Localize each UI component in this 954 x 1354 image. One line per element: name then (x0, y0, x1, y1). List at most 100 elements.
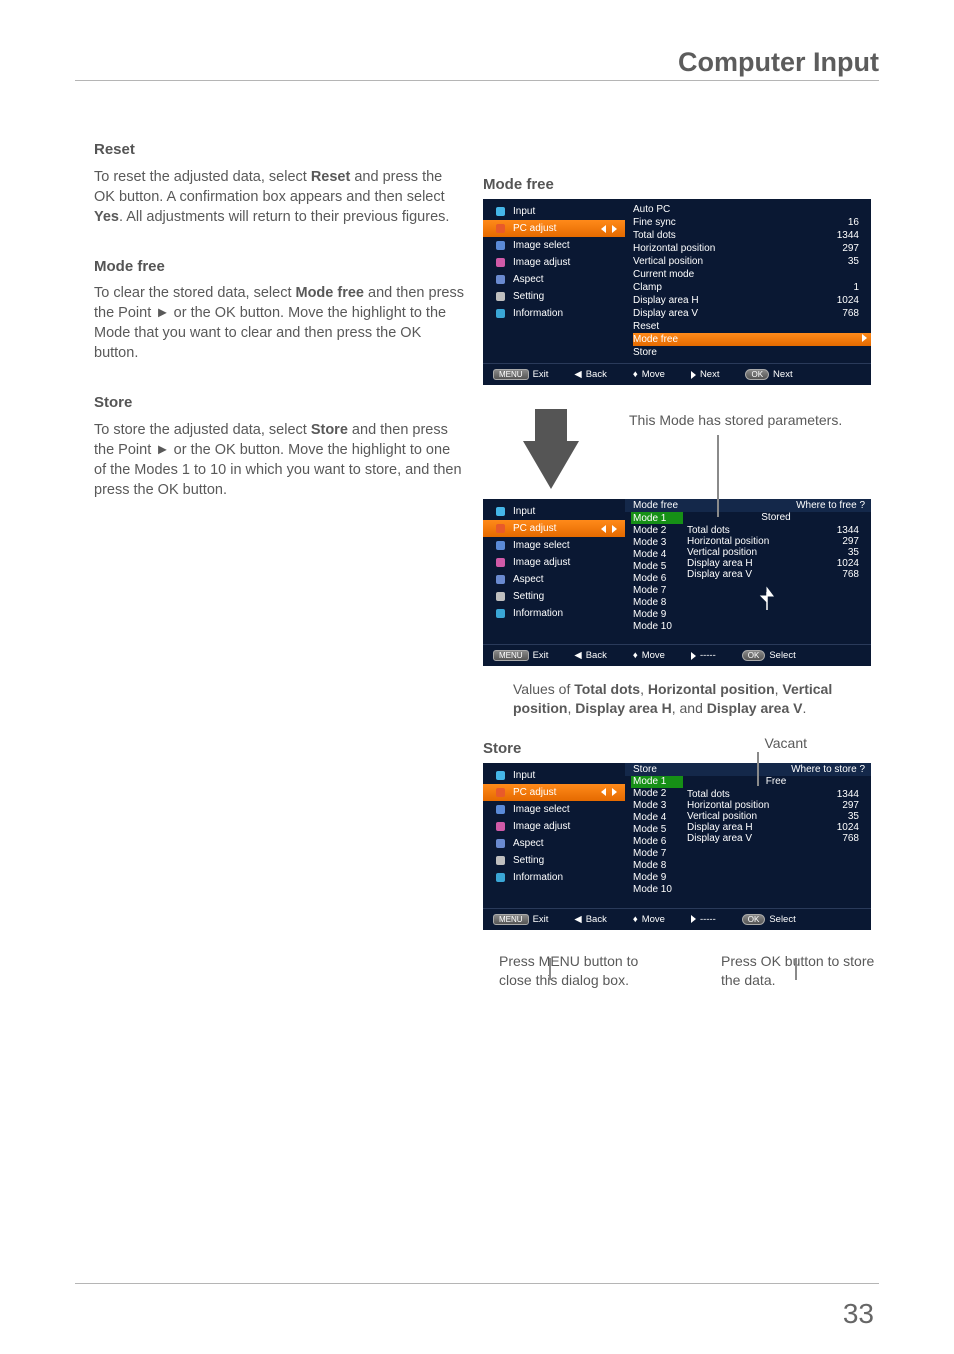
menu-item-label: Image adjust (513, 557, 570, 568)
status-stored: Stored (687, 512, 865, 525)
mode-row[interactable]: Mode 1 (631, 512, 683, 524)
menu-item-label: Image select (513, 804, 570, 815)
menu-item-input[interactable]: Input (483, 503, 625, 520)
reset-block: Reset To reset the adjusted data, select… (94, 140, 464, 227)
menu-item-pc-adjust[interactable]: PC adjust (483, 220, 625, 237)
tool-icon (493, 787, 507, 797)
osd-content: Mode free Where to free ? Mode 1Mode 2Mo… (625, 499, 871, 644)
menu-item-image-select[interactable]: Image select (483, 537, 625, 554)
row-label: Horizontal position (633, 243, 715, 254)
menu-item-setting[interactable]: Setting (483, 852, 625, 869)
row-value: 1024 (837, 295, 859, 306)
mode-row[interactable]: Mode 6 (631, 836, 683, 848)
menu-item-aspect[interactable]: Aspect (483, 271, 625, 288)
gear-icon (493, 855, 507, 865)
bars-icon (493, 241, 507, 251)
mode-row[interactable]: Mode 1 (631, 776, 683, 788)
osd-sidebar: Input PC adjust Image select Image adjustAs… (483, 763, 625, 908)
mode-row[interactable]: Mode 9 (631, 608, 683, 620)
mode-row[interactable]: Mode 8 (631, 596, 683, 608)
menu-item-label: PC adjust (513, 787, 556, 798)
mode-row[interactable]: Mode 9 (631, 872, 683, 884)
bars-icon (493, 541, 507, 551)
menu-item-label: Information (513, 308, 563, 319)
store-heading: Store (94, 393, 464, 414)
menu-item-image-adjust[interactable]: Image adjust (483, 254, 625, 271)
pc-adjust-row[interactable]: Horizontal position297 (633, 242, 865, 255)
sliders-icon (493, 258, 507, 268)
menu-item-input[interactable]: Input (483, 767, 625, 784)
pc-adjust-row[interactable]: Clamp1 (633, 281, 865, 294)
menu-item-information[interactable]: Information (483, 305, 625, 322)
ok-key: OK (745, 369, 769, 380)
menu-item-image-select[interactable]: Image select (483, 237, 625, 254)
menu-item-input[interactable]: Input (483, 203, 625, 220)
panel-header-label: Store (633, 764, 657, 775)
left-column: Reset To reset the adjusted data, select… (94, 140, 464, 530)
mode-row[interactable]: Mode 3 (631, 536, 683, 548)
mode-row[interactable]: Mode 2 (631, 788, 683, 800)
mode-row[interactable]: Mode 8 (631, 860, 683, 872)
mode-row[interactable]: Mode 6 (631, 572, 683, 584)
menu-item-setting[interactable]: Setting (483, 288, 625, 305)
mode-row[interactable]: Mode 7 (631, 584, 683, 596)
mode-row[interactable]: Mode 10 (631, 884, 683, 896)
pc-adjust-row[interactable]: Current mode (633, 268, 865, 281)
chevron-left-icon (601, 525, 606, 533)
data-value: 35 (848, 811, 859, 822)
sliders-icon (493, 558, 507, 568)
chevron-left-icon (601, 225, 606, 233)
data-label: Vertical position (687, 547, 757, 558)
pc-adjust-row[interactable]: Mode free (633, 333, 871, 346)
mode-row[interactable]: Mode 7 (631, 848, 683, 860)
menu-item-aspect[interactable]: Aspect (483, 571, 625, 588)
pc-adjust-row[interactable]: Display area V768 (633, 307, 865, 320)
menu-item-label: Image select (513, 540, 570, 551)
mode-row[interactable]: Mode 10 (631, 620, 683, 632)
data-label: Display area H (687, 822, 753, 833)
pc-adjust-row[interactable]: Display area H1024 (633, 294, 865, 307)
reset-heading: Reset (94, 140, 464, 161)
mode-row[interactable]: Mode 5 (631, 560, 683, 572)
mode-row[interactable]: Mode 4 (631, 812, 683, 824)
row-value: 16 (848, 217, 859, 228)
data-row: Display area H1024 (687, 558, 865, 569)
data-value: 297 (842, 800, 859, 811)
osd-store: Input PC adjust Image select Image adjustAs… (483, 763, 871, 930)
row-label: Mode free (633, 334, 678, 345)
data-label: Display area V (687, 569, 752, 580)
pc-adjust-row[interactable]: Total dots1344 (633, 229, 865, 242)
tool-icon (493, 524, 507, 534)
row-label: Current mode (633, 269, 694, 280)
menu-item-image-select[interactable]: Image select (483, 801, 625, 818)
menu-item-label: Input (513, 770, 535, 781)
menu-item-image-adjust[interactable]: Image adjust (483, 818, 625, 835)
mode-row[interactable]: Mode 5 (631, 824, 683, 836)
pc-adjust-row[interactable]: Vertical position35 (633, 255, 865, 268)
data-value: 768 (842, 833, 859, 844)
mode-row[interactable]: Mode 4 (631, 548, 683, 560)
menu-item-label: Information (513, 608, 563, 619)
data-value: 1344 (837, 789, 859, 800)
pc-adjust-row[interactable]: Store (633, 346, 865, 359)
menu-item-pc-adjust[interactable]: PC adjust (483, 784, 625, 801)
menu-item-label: Aspect (513, 274, 544, 285)
menu-item-information[interactable]: Information (483, 869, 625, 886)
data-label: Horizontal position (687, 536, 769, 547)
row-label: Reset (633, 321, 659, 332)
panel3-title: Store (483, 740, 883, 757)
section-header: Computer Input (75, 47, 879, 81)
mode-row[interactable]: Mode 3 (631, 800, 683, 812)
menu-item-information[interactable]: Information (483, 605, 625, 622)
menu-item-pc-adjust[interactable]: PC adjust (483, 520, 625, 537)
data-col: Stored Total dots1344Horizontal position… (683, 512, 871, 632)
mode-row[interactable]: Mode 2 (631, 524, 683, 536)
data-label: Horizontal position (687, 800, 769, 811)
menu-item-aspect[interactable]: Aspect (483, 835, 625, 852)
pc-adjust-row[interactable]: Fine sync16 (633, 216, 865, 229)
pc-adjust-row[interactable]: Reset (633, 320, 865, 333)
menu-item-setting[interactable]: Setting (483, 588, 625, 605)
data-label: Total dots (687, 789, 730, 800)
pc-adjust-row[interactable]: Auto PC (633, 203, 865, 216)
menu-item-image-adjust[interactable]: Image adjust (483, 554, 625, 571)
